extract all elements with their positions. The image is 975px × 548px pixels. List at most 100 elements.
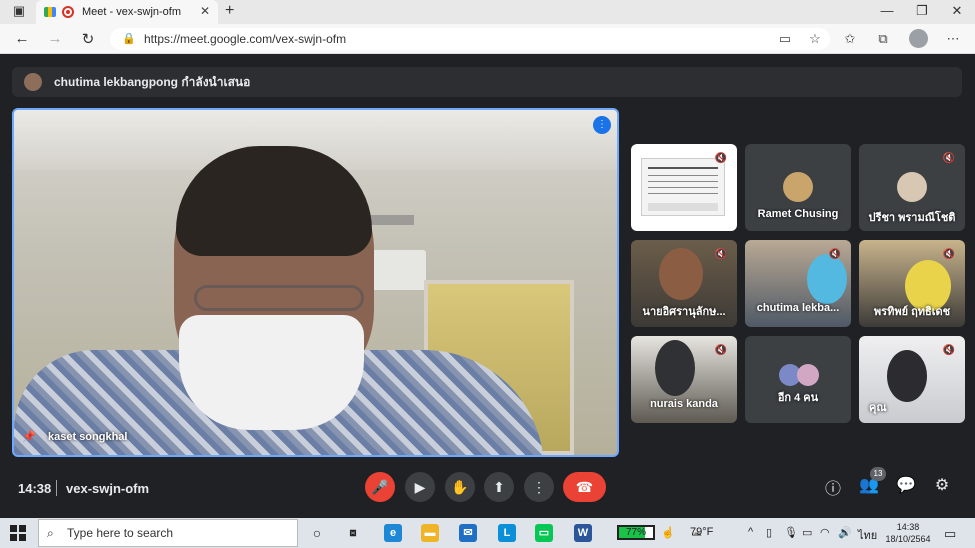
speaking-indicator-icon: ⋮ <box>593 116 611 134</box>
profile-avatar[interactable] <box>909 29 928 48</box>
participant-tile-presentation[interactable]: 🔇 <box>631 144 737 231</box>
language-indicator[interactable]: ไทย <box>858 526 877 544</box>
presenting-text: chutima lekbangpong กำลังนำเสนอ <box>54 74 251 89</box>
windows-start-icon[interactable] <box>10 525 26 541</box>
participant-name: chutima lekba... <box>756 302 840 314</box>
muted-mic-icon: 🔇 <box>942 153 956 164</box>
doc-line <box>648 187 718 188</box>
favorite-icon[interactable]: ☆ <box>806 31 824 47</box>
participant-tile-self[interactable]: 🔇 คุณ <box>859 336 965 423</box>
doc-line <box>648 203 718 211</box>
doc-line <box>648 181 718 182</box>
avatar <box>783 172 813 202</box>
word-app-icon[interactable]: W <box>574 524 592 542</box>
doc-line <box>648 175 718 176</box>
tab-actions-icon[interactable]: ▣ <box>4 3 34 19</box>
meeting-code: vex-swjn-ofm <box>66 481 150 496</box>
main-speaker-video[interactable]: ⋮ 📌 kaset songkhal <box>12 108 619 457</box>
divider <box>56 480 57 496</box>
speaker-name: kaset songkhal <box>48 431 128 443</box>
meeting-details-icon[interactable]: ⓘ <box>822 475 844 499</box>
new-tab-button[interactable]: + <box>225 2 234 20</box>
close-window-button[interactable]: ✕ <box>942 3 972 19</box>
video-background <box>366 250 426 290</box>
wifi-icon[interactable]: ◠ <box>820 526 830 539</box>
tray-app-icon[interactable]: ▯ <box>766 526 772 539</box>
participant-tile-others[interactable]: อีก 4 คน <box>745 336 851 423</box>
muted-mic-icon: 🔇 <box>714 345 728 356</box>
others-count-label: อีก 4 คน <box>777 392 819 404</box>
camera-indicator-icon[interactable]: ▭ <box>776 31 794 47</box>
windows-taskbar: ⌕ Type here to search ○ ⧈ e ▬ ✉ L ▭ W 77… <box>0 518 975 548</box>
participant-face <box>659 248 703 300</box>
taskbar-search-box[interactable]: ⌕ Type here to search <box>38 519 298 547</box>
touch-icon[interactable]: ☝ <box>661 526 675 539</box>
collections-icon[interactable]: ⧉ <box>874 31 892 47</box>
camera-button[interactable]: ▶ <box>405 472 435 502</box>
presenting-banner[interactable]: chutima lekbangpong กำลังนำเสนอ <box>12 67 962 97</box>
raise-hand-button[interactable]: ✋ <box>445 472 475 502</box>
meet-favicon-icon <box>44 7 56 17</box>
mic-off-button[interactable]: 🎤 <box>365 472 395 502</box>
muted-mic-icon: 🔇 <box>942 345 956 356</box>
participant-tile[interactable]: 🔇 chutima lekba... <box>745 240 851 327</box>
participant-tile[interactable]: 🔇 พรทิพย์ ฤทธิเดช <box>859 240 965 327</box>
participant-face <box>655 340 695 396</box>
chat-icon[interactable]: 💬 <box>895 475 917 495</box>
battery-tray-icon[interactable]: ▭ <box>802 526 812 539</box>
avatar <box>897 172 927 202</box>
file-explorer-icon[interactable]: ▬ <box>421 524 439 542</box>
speaker-mask <box>179 315 364 430</box>
line-app-icon[interactable]: ▭ <box>535 524 553 542</box>
participant-name: nurais kanda <box>650 398 718 410</box>
search-icon: ⌕ <box>47 526 54 540</box>
favorites-list-icon[interactable]: ✩ <box>841 31 859 47</box>
notifications-icon[interactable]: ▭ <box>944 526 956 542</box>
refresh-icon[interactable]: ↻ <box>78 30 98 48</box>
close-tab-icon[interactable]: ✕ <box>200 4 210 18</box>
cortana-icon[interactable]: ○ <box>308 524 326 542</box>
url-field[interactable]: 🔒 https://meet.google.com/vex-swjn-ofm <box>110 28 830 50</box>
chevron-up-icon[interactable]: ^ <box>748 526 753 538</box>
muted-mic-icon: 🔇 <box>942 249 956 260</box>
task-view-icon[interactable]: ⧈ <box>344 524 362 542</box>
meeting-time: 14:38 <box>18 481 52 496</box>
participant-name: นายอิศรานุลักษ... <box>642 306 726 318</box>
present-screen-button[interactable]: ⬆ <box>484 472 514 502</box>
participant-face <box>807 254 847 304</box>
minimize-button[interactable]: — <box>872 3 902 18</box>
participant-name: ปรีชา พรามณีโชติ <box>868 212 956 224</box>
speaker-glasses <box>194 285 364 311</box>
microphone-tray-icon[interactable]: 🎙 <box>784 526 798 539</box>
participant-tile[interactable]: 🔇 นายอิศรานุลักษ... <box>631 240 737 327</box>
participant-face <box>887 350 927 402</box>
browser-tab[interactable]: Meet - vex-swjn-ofm ✕ <box>36 0 218 24</box>
url-text: https://meet.google.com/vex-swjn-ofm <box>144 32 347 46</box>
participant-name: คุณ <box>869 402 887 414</box>
muted-mic-icon: 🔇 <box>714 249 728 260</box>
back-icon[interactable]: ← <box>12 30 32 47</box>
forward-icon[interactable]: → <box>45 30 65 47</box>
edge-browser-icon[interactable]: e <box>384 524 402 542</box>
activities-icon[interactable]: ⚙ <box>931 475 953 495</box>
participant-tile[interactable]: 🔇 nurais kanda <box>631 336 737 423</box>
weather-temperature[interactable]: 79°F <box>690 526 713 538</box>
muted-mic-icon: 🔇 <box>714 153 728 164</box>
shared-document-thumbnail <box>641 158 725 216</box>
pin-icon[interactable]: 📌 <box>22 430 36 443</box>
more-menu-icon[interactable]: ⋯ <box>944 31 962 47</box>
participant-tile[interactable]: 🔇 ปรีชา พรามณีโชติ <box>859 144 965 231</box>
leave-call-button[interactable]: ☎ <box>563 472 606 502</box>
l-app-icon[interactable]: L <box>498 524 516 542</box>
address-bar-row: ← → ↻ 🔒 https://meet.google.com/vex-swjn… <box>0 24 975 54</box>
participant-tile[interactable]: Ramet Chusing <box>745 144 851 231</box>
volume-icon[interactable]: 🔊 <box>838 526 852 539</box>
mail-icon[interactable]: ✉ <box>459 524 477 542</box>
more-options-button[interactable]: ⋮ <box>524 472 554 502</box>
battery-indicator[interactable]: 77% <box>617 525 655 540</box>
battery-percentage: 77% <box>625 527 646 538</box>
maximize-button[interactable]: ❐ <box>907 3 937 19</box>
taskbar-time: 14:38 <box>896 522 920 532</box>
taskbar-clock[interactable]: 14:38 18/10/2564 <box>885 521 931 545</box>
browser-tab-bar: ▣ Meet - vex-swjn-ofm ✕ + — ❐ ✕ <box>0 0 975 24</box>
